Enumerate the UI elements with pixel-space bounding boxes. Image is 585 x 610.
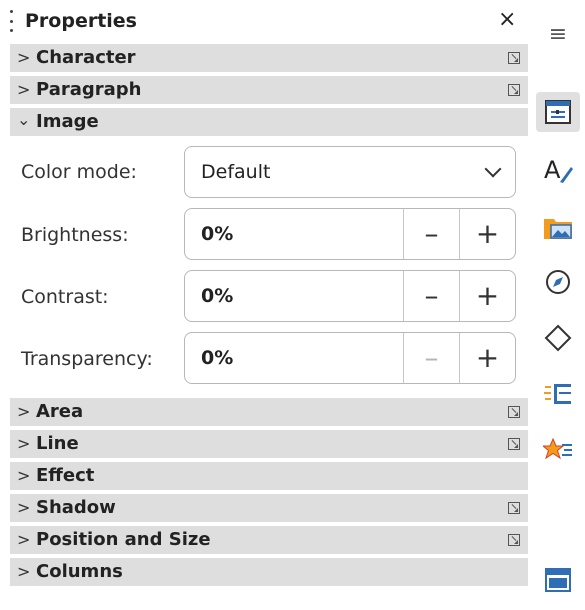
section-label: Image [36,111,99,132]
section-columns[interactable]: > Columns [10,558,528,586]
more-options-icon[interactable] [508,534,520,546]
properties-tab[interactable] [536,92,580,132]
sidebar-tabbar: ≡ A [530,0,585,610]
chevron-right-icon: > [17,466,31,485]
chevron-right-icon: > [17,48,31,67]
section-label: Effect [36,465,95,486]
section-label: Character [36,47,136,68]
section-label: Position and Size [36,529,211,550]
chevron-right-icon: > [17,80,31,99]
section-line[interactable]: > Line [10,430,528,458]
transparency-decrease-button[interactable]: – [404,333,459,383]
transparency-increase-button[interactable]: + [460,333,515,383]
more-options-icon[interactable] [508,84,520,96]
master-slides-icon [545,568,571,592]
section-label: Line [36,433,79,454]
properties-panel: Properties × > Character > Paragraph ⌄ I… [0,0,530,610]
styles-icon: A [544,156,573,184]
slide-transition-icon [543,437,572,460]
shapes-tab[interactable] [536,318,580,358]
contrast-decrease-button[interactable]: – [404,271,459,321]
section-label: Paragraph [36,79,142,100]
brightness-decrease-button[interactable]: – [404,209,459,259]
section-label: Columns [36,561,123,582]
close-button[interactable]: × [498,5,516,35]
color-mode-dropdown[interactable]: Default [184,146,516,198]
transparency-spinbox[interactable]: 0% – + [184,332,516,384]
chevron-right-icon: > [17,434,31,453]
master-slides-tab[interactable] [536,560,580,600]
transparency-label: Transparency: [21,348,153,370]
transparency-value[interactable]: 0% [201,345,233,371]
brightness-increase-button[interactable]: + [460,209,515,259]
section-paragraph[interactable]: > Paragraph [10,76,528,104]
section-image[interactable]: ⌄ Image [10,108,528,136]
brightness-label: Brightness: [21,224,129,246]
section-effect[interactable]: > Effect [10,462,528,490]
contrast-spinbox[interactable]: 0% – + [184,270,516,322]
chevron-right-icon: > [17,498,31,517]
shapes-icon [544,324,572,352]
properties-icon [545,100,571,124]
more-options-icon[interactable] [508,52,520,64]
chevron-down-icon: ⌄ [17,110,31,129]
section-shadow[interactable]: > Shadow [10,494,528,522]
more-options-icon[interactable] [508,438,520,450]
drag-grip-icon[interactable] [10,10,14,32]
navigator-icon [546,270,570,294]
gallery-icon [544,219,572,239]
contrast-label: Contrast: [21,286,109,308]
brightness-value[interactable]: 0% [201,221,233,247]
panel-titlebar: Properties × [0,0,530,42]
navigator-tab[interactable] [536,262,580,302]
contrast-increase-button[interactable]: + [460,271,515,321]
chevron-down-icon [484,160,502,178]
panel-title: Properties [25,10,137,32]
svg-text:A: A [544,156,561,184]
animation-tab[interactable] [536,374,580,414]
chevron-right-icon: > [17,402,31,421]
section-position-and-size[interactable]: > Position and Size [10,526,528,554]
section-label: Shadow [36,497,116,518]
chevron-right-icon: > [17,530,31,549]
contrast-value[interactable]: 0% [201,283,233,309]
section-area[interactable]: > Area [10,398,528,426]
sidebar-menu-button[interactable]: ≡ [536,14,580,54]
chevron-right-icon: > [17,562,31,581]
animation-icon [544,384,571,404]
styles-tab[interactable]: A [536,150,580,190]
more-options-icon[interactable] [508,502,520,514]
color-mode-label: Color mode: [21,161,137,183]
color-mode-value: Default [201,161,271,183]
section-label: Area [36,401,84,422]
more-options-icon[interactable] [508,406,520,418]
slide-transition-tab[interactable] [536,430,580,470]
brightness-spinbox[interactable]: 0% – + [184,208,516,260]
gallery-tab[interactable] [536,207,580,247]
section-character[interactable]: > Character [10,44,528,72]
